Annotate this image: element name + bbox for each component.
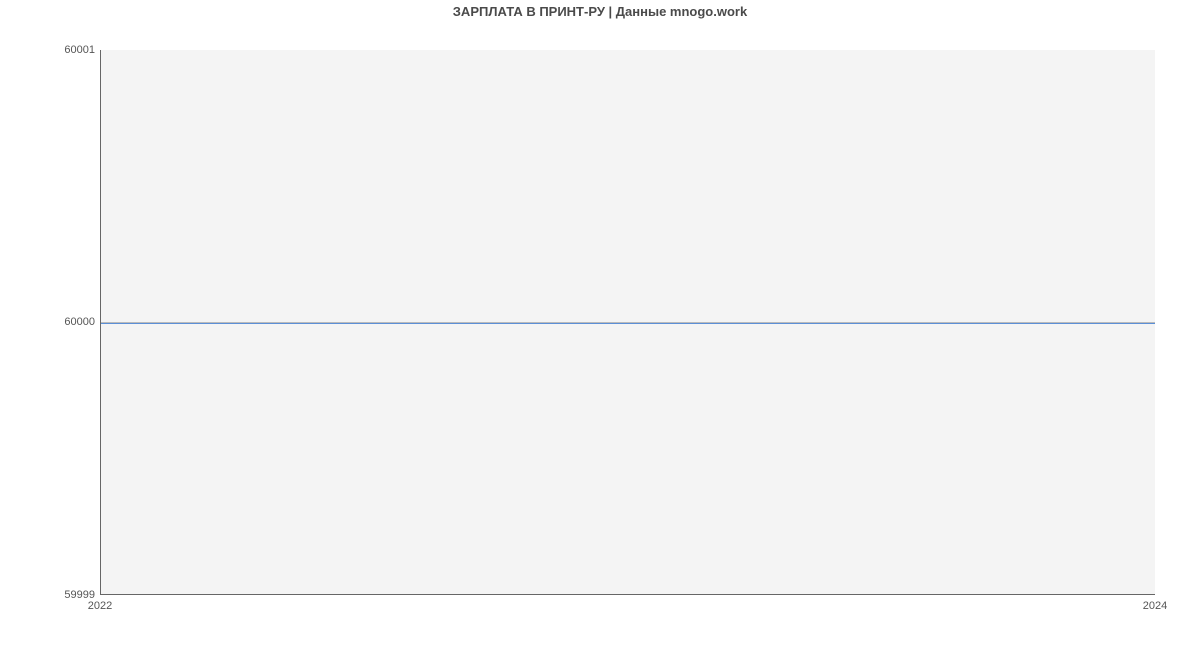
chart-title: ЗАРПЛАТА В ПРИНТ-РУ | Данные mnogo.work (0, 4, 1200, 19)
y-tick-top: 60001 (64, 44, 95, 56)
salary-chart: ЗАРПЛАТА В ПРИНТ-РУ | Данные mnogo.work … (0, 0, 1200, 650)
plot-area (100, 50, 1155, 595)
x-tick-left: 2022 (88, 600, 112, 612)
series-line (101, 323, 1155, 324)
x-tick-right: 2024 (1143, 600, 1167, 612)
y-tick-mid: 60000 (64, 316, 95, 328)
